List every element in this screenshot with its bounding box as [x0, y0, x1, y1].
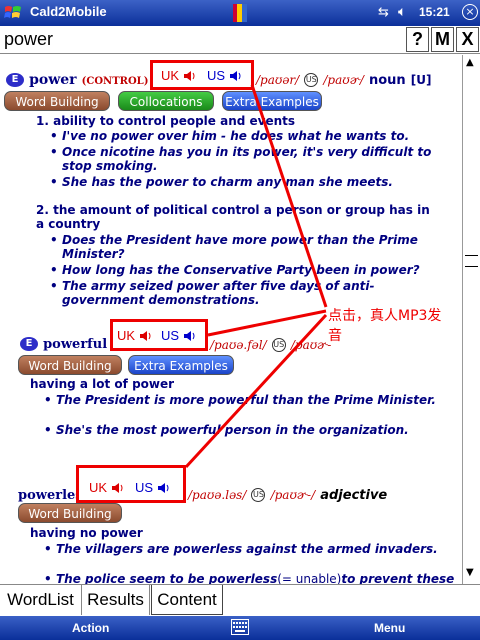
tab-wordlist[interactable]: WordList [0, 585, 82, 615]
example: She's the most powerful person in the or… [44, 423, 446, 437]
ipa-uk: /paʊə.ləs/ [188, 488, 247, 502]
tab-content[interactable]: Content [151, 585, 223, 615]
definition: having a lot of power [30, 377, 175, 391]
ipa-us: /paʊɚ/ [323, 73, 364, 87]
search-row: ? M X [0, 26, 480, 54]
action-softkey[interactable]: Action [72, 621, 109, 635]
example: How long has the Conservative Party been… [50, 263, 442, 277]
us-marker: US [304, 72, 319, 87]
collocations-button[interactable]: Collocations [118, 91, 214, 111]
example-text: The police seem to be powerless [56, 572, 278, 584]
dictionary-content[interactable]: E power (CONTROL) /paʊər/ US /paʊɚ/ noun… [0, 55, 462, 584]
volume-icon[interactable]: 🔈︎ [398, 4, 406, 20]
speaker-icon[interactable] [229, 69, 243, 83]
pronunciation-powerless: /paʊə.ləs/ US /paʊɚ-/ adjective [188, 484, 387, 503]
input-panel-icon[interactable] [233, 4, 247, 22]
example: She has the power to charm any man she m… [50, 175, 442, 189]
keyboard-icon[interactable] [231, 619, 249, 635]
audio-highlight-box: UK US [110, 319, 208, 351]
menu-softkey[interactable]: Menu [374, 621, 405, 635]
example: Does the President have more power than … [50, 233, 442, 261]
gloss: (= unable) [277, 572, 342, 584]
headword: power [29, 72, 77, 88]
entry-header-powerful: E powerful [20, 333, 107, 352]
pronunciation-powerful: /paʊə.fəl/ US /paʊɚ- [210, 334, 331, 353]
sense-2-definition: 2. the amount of political control a per… [36, 203, 436, 231]
example: I've no power over him - he does what he… [50, 129, 442, 143]
speaker-icon[interactable] [139, 329, 153, 343]
example: The villagers are powerless against the … [44, 542, 446, 556]
vertical-scrollbar[interactable]: ▲ ▼ [462, 55, 480, 584]
sense-number: 1. [36, 114, 49, 128]
example: The President is more powerful than the … [44, 393, 446, 407]
extra-examples-button[interactable]: Extra Examples [128, 355, 234, 375]
sense-1-definition: 1. ability to control people and events [36, 114, 295, 128]
pronunciation-power: /paʊər/ US /paʊɚ/ noun [U] [256, 69, 431, 88]
tab-results[interactable]: Results [82, 585, 150, 615]
menu-bar: Action Menu [0, 616, 480, 640]
ipa-us: /paʊɚ-/ [270, 488, 316, 502]
speaker-icon[interactable] [183, 69, 197, 83]
search-input[interactable] [0, 26, 404, 53]
guideword: (CONTROL) [81, 76, 149, 87]
scroll-down-arrow-icon[interactable]: ▼ [466, 567, 474, 578]
example: The police seem to be powerless(= unable… [44, 572, 456, 584]
us-audio-button[interactable]: US [161, 328, 179, 343]
us-audio-button[interactable]: US [207, 68, 225, 83]
ipa-uk: /paʊə.fəl/ [210, 338, 267, 352]
speaker-icon[interactable] [111, 481, 125, 495]
sense-number: 2. [36, 203, 49, 217]
app-title: Cald2Mobile [30, 4, 107, 19]
clock[interactable]: 15:21 [419, 5, 450, 19]
ipa-us: /paʊɚ- [290, 338, 332, 352]
word-building-button[interactable]: Word Building [4, 91, 110, 111]
essential-badge: E [6, 72, 24, 87]
speaker-icon[interactable] [183, 329, 197, 343]
example: Once nicotine has you in its power, it's… [50, 145, 442, 173]
connectivity-icon[interactable]: ⇆ [378, 5, 389, 20]
help-button[interactable]: ? [406, 27, 429, 52]
annotation-text: 点击，真人MP3发 音 [328, 305, 441, 345]
windows-start-icon[interactable] [3, 3, 23, 23]
tab-bar: WordList Results Content [0, 584, 480, 616]
uk-audio-button[interactable]: UK [117, 328, 135, 343]
uk-audio-button[interactable]: UK [89, 480, 107, 495]
part-of-speech: adjective [320, 488, 388, 503]
sense-text: ability to control people and events [53, 114, 296, 128]
definition: having no power [30, 526, 143, 540]
us-marker: US [251, 487, 266, 502]
annotation-line: 点击，真人MP3发 [328, 308, 442, 324]
audio-highlight-box: UK US [150, 60, 254, 90]
extra-examples-button[interactable]: Extra Examples [222, 91, 322, 111]
sense-text: the amount of political control a person… [36, 203, 430, 231]
grammar-code: [U] [410, 73, 432, 87]
title-bar: Cald2Mobile ⇆ 🔈︎ 15:21 × [0, 0, 480, 26]
uk-audio-button[interactable]: UK [161, 68, 179, 83]
scroll-up-arrow-icon[interactable]: ▲ [466, 57, 474, 68]
speaker-icon[interactable] [157, 481, 171, 495]
example-text: to prevent these [341, 572, 455, 584]
us-audio-button[interactable]: US [135, 480, 153, 495]
word-building-button[interactable]: Word Building [18, 355, 122, 375]
word-building-button[interactable]: Word Building [18, 503, 122, 523]
entry-header-power: E power (CONTROL) [6, 69, 148, 88]
example: The army seized power after five days of… [50, 279, 442, 307]
headword: powerful [43, 337, 108, 352]
us-marker: US [271, 337, 286, 352]
ipa-uk: /paʊər/ [256, 73, 300, 87]
close-button[interactable]: × [462, 4, 478, 20]
clear-button[interactable]: X [456, 27, 479, 52]
audio-highlight-box: UK US [76, 465, 186, 503]
scroll-thumb[interactable] [465, 255, 478, 267]
m-button[interactable]: M [431, 27, 454, 52]
annotation-line: 音 [328, 328, 342, 344]
part-of-speech: noun [368, 73, 406, 88]
essential-badge: E [20, 336, 38, 351]
